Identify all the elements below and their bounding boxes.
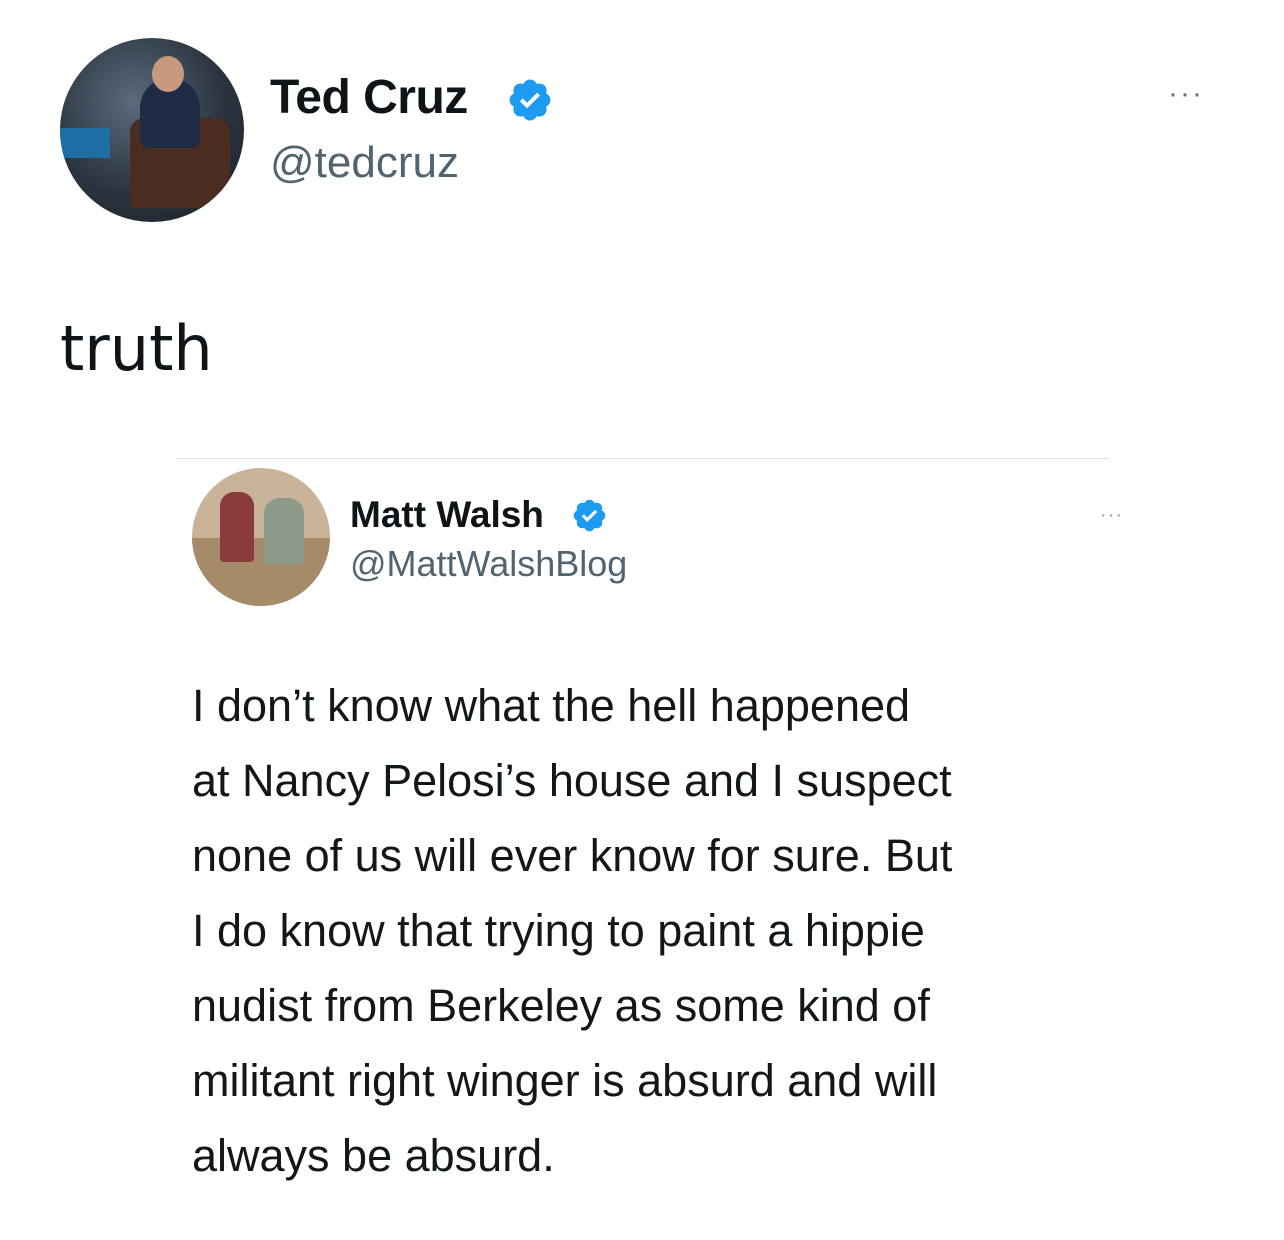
avatar-head [152, 56, 184, 92]
avatar-person [220, 492, 254, 562]
quoted-author-handle: @MattWalshBlog [350, 543, 628, 584]
more-options-icon[interactable]: ··· [1168, 79, 1204, 109]
author-avatar[interactable] [60, 38, 244, 222]
quoted-tweet-text: I don’t know what the hell happened at N… [192, 668, 1192, 1193]
quoted-text-line: I don’t know what the hell happened [192, 680, 911, 731]
tweet-text: truth [60, 312, 213, 385]
verified-badge-icon [573, 499, 606, 532]
author-name[interactable]: Ted Cruz [270, 70, 468, 125]
quoted-text-line: I do know that trying to paint a hippie [192, 905, 925, 956]
quoted-author-name: Matt Walsh [350, 494, 544, 535]
quoted-text-line: always be absurd. [192, 1130, 555, 1181]
quoted-text-line: at Nancy Pelosi’s house and I suspect [192, 755, 952, 806]
avatar-person [264, 498, 304, 564]
more-options-icon: ··· [1100, 504, 1123, 526]
quoted-author-avatar [192, 468, 330, 606]
quote-divider [176, 458, 1108, 459]
avatar-background [60, 128, 110, 158]
quoted-text-line: militant right winger is absurd and will [192, 1055, 938, 1106]
quoted-text-line: none of us will ever know for sure. But [192, 830, 953, 881]
quoted-text-line: nudist from Berkeley as some kind of [192, 980, 930, 1031]
verified-badge-icon [509, 79, 551, 121]
author-handle[interactable]: @tedcruz [270, 138, 459, 188]
avatar-ground [192, 538, 330, 606]
